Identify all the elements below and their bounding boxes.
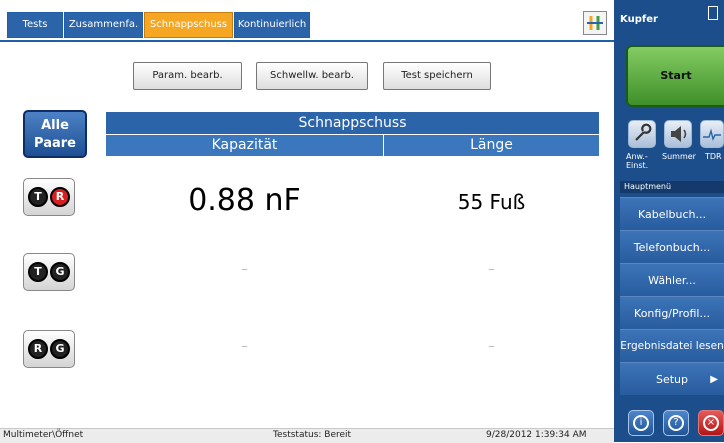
length-value: 55 Fuß — [457, 190, 526, 214]
edit-params-button[interactable]: Param. bearb. — [133, 62, 242, 90]
all-pairs-label: Alle Paare — [34, 118, 76, 151]
pair-right-letter: G — [50, 262, 70, 282]
main-area — [0, 42, 614, 428]
capacity-value: – — [241, 262, 248, 277]
settings-wrench-icon[interactable] — [628, 120, 656, 148]
length-value: – — [488, 339, 495, 354]
table-title: Schnappschuss — [106, 112, 599, 134]
speaker-icon[interactable] — [664, 120, 692, 148]
tab-summary[interactable]: Zusammenfa. — [64, 12, 143, 38]
tool-label-buzzer: Summer — [662, 152, 696, 161]
status-bar: Multimeter\Öffnet Teststatus: Bereit 9/2… — [0, 428, 614, 443]
edit-thresholds-button[interactable]: Schwellw. bearb. — [256, 62, 368, 90]
capacity-value: – — [241, 339, 248, 354]
arrow-right-icon: ▶ — [710, 374, 718, 385]
tool-label-settings: Anw.- Einst. — [626, 152, 649, 170]
close-icon[interactable]: × — [698, 410, 724, 436]
tdr-icon[interactable] — [700, 120, 724, 148]
main-menu-header: Hauptmenü — [620, 181, 724, 193]
menu-item-read-results[interactable]: Ergebnisdatei lesen — [620, 329, 724, 362]
menu-item-dialer[interactable]: Wähler... — [620, 263, 724, 296]
timestamp: 9/28/2012 1:39:34 AM — [486, 430, 587, 440]
all-pairs-button[interactable]: Alle Paare — [23, 110, 87, 158]
tool-label-tdr: TDR — [705, 152, 722, 161]
menu-item-phone-book[interactable]: Telefonbuch... — [620, 230, 724, 263]
window-icon — [708, 6, 718, 20]
pair-right-letter: G — [50, 339, 70, 359]
pair-button-tg[interactable]: T G — [23, 253, 75, 291]
menu-item-config-profile[interactable]: Konfig/Profil... — [620, 296, 724, 329]
meter-icon[interactable] — [583, 11, 607, 35]
pair-right-letter: R — [50, 187, 70, 207]
capacity-value: 0.88 nF — [188, 183, 301, 218]
pair-button-tr[interactable]: T R — [23, 178, 75, 216]
tab-snapshot[interactable]: Schnappschuss — [144, 12, 233, 38]
menu-item-setup[interactable]: Setup ▶ — [620, 362, 724, 395]
pair-left-letter: T — [28, 187, 48, 207]
panel-title: Kupfer — [620, 14, 658, 25]
info-icon[interactable]: i — [628, 410, 654, 436]
pair-left-letter: T — [28, 262, 48, 282]
menu-item-cable-book[interactable]: Kabelbuch... — [620, 197, 724, 230]
test-status: Teststatus: Bereit — [273, 430, 352, 440]
save-test-button[interactable]: Test speichern — [383, 62, 491, 90]
status-left: Multimeter\Öffnet — [3, 430, 84, 440]
tab-tests[interactable]: Tests — [7, 12, 63, 38]
help-icon[interactable]: ? — [663, 410, 689, 436]
pair-button-rg[interactable]: R G — [23, 330, 75, 368]
tab-continuous[interactable]: Kontinuierlich — [234, 12, 310, 38]
start-button[interactable]: Start — [626, 45, 724, 107]
length-value: – — [488, 262, 495, 277]
pair-left-letter: R — [28, 339, 48, 359]
column-header-capacity: Kapazität — [106, 135, 383, 156]
setup-label: Setup — [655, 373, 689, 386]
column-header-length: Länge — [384, 135, 599, 156]
